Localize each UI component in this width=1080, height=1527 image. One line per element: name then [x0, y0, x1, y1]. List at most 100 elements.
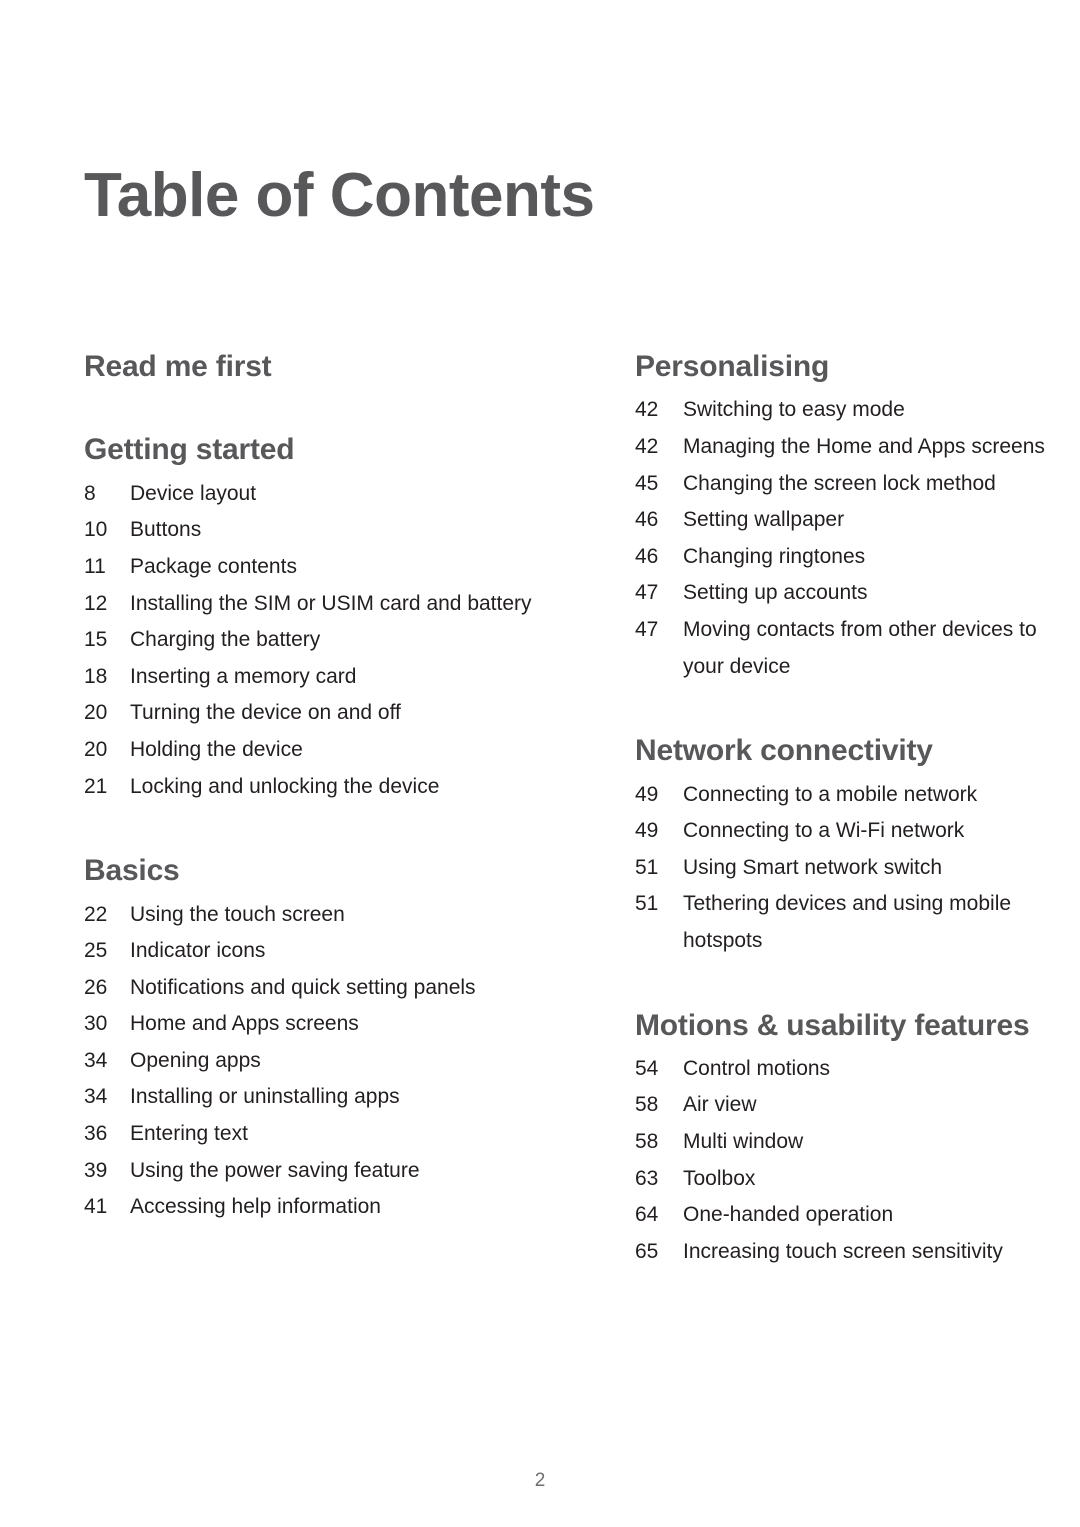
toc-entry-title: Setting wallpaper — [683, 508, 845, 532]
toc-entry[interactable]: 46 Changing ringtones — [635, 539, 1060, 576]
toc-entry-page-number: 58 — [635, 1130, 659, 1154]
toc-entry[interactable]: 47 Moving contacts from other devices to … — [635, 612, 1060, 685]
page-number: 2 — [534, 1470, 546, 1491]
toc-entry-title: Managing the Home and Apps screens — [683, 434, 1045, 458]
toc-entry[interactable]: 49 Connecting to a mobile network — [635, 777, 1060, 814]
toc-entry-title: One-handed operation — [683, 1203, 894, 1227]
toc-entry-page-number: 36 — [84, 1122, 108, 1146]
toc-entry-page-number: 8 — [84, 481, 96, 505]
toc-entry-title: Connecting to a mobile network — [683, 782, 978, 806]
toc-entry-page-number: 20 — [84, 737, 108, 761]
toc-entry-title: Moving contacts from other devices to yo… — [683, 617, 1037, 678]
toc-entry-page-number: 58 — [635, 1093, 659, 1117]
toc-entry-page-number: 51 — [635, 855, 659, 879]
toc-entry[interactable]: 51 Tethering devices and using mobile hot… — [635, 886, 1060, 959]
section-heading[interactable]: Personalising — [635, 349, 1060, 384]
toc-entry-page-number: 49 — [635, 782, 659, 806]
section-heading[interactable]: Getting started — [84, 432, 535, 467]
toc-entry[interactable]: 51 Using Smart network switch — [635, 850, 1060, 887]
toc-entry-title: Locking and unlocking the device — [130, 774, 440, 798]
toc-entry-page-number: 30 — [84, 1012, 108, 1036]
toc-entry[interactable]: 10 Buttons — [84, 512, 535, 549]
toc-entry-title: Buttons — [130, 518, 202, 542]
toc-entry-title: Switching to easy mode — [683, 398, 905, 422]
toc-entry[interactable]: 41 Accessing help information — [84, 1189, 535, 1226]
toc-columns: Read me first Getting started 8 Device layo… — [0, 349, 1080, 1270]
toc-entry[interactable]: 63 Toolbox — [635, 1161, 1060, 1198]
toc-entry-page-number: 41 — [84, 1195, 108, 1219]
toc-entry-title: Device layout — [130, 481, 257, 505]
toc-entry[interactable]: 26 Notifications and quick setting panels — [84, 970, 535, 1007]
toc-entry[interactable]: 34 Opening apps — [84, 1043, 535, 1080]
toc-entry-page-number: 18 — [84, 664, 108, 688]
toc-entry[interactable]: 54 Control motions — [635, 1051, 1060, 1088]
toc-entry-list: 54 Control motions 58 Air view 58 Multi windo… — [635, 1051, 1060, 1271]
toc-entry[interactable]: 42 Managing the Home and Apps screens — [635, 429, 1060, 466]
section-heading[interactable]: Basics — [84, 853, 535, 888]
toc-entry[interactable]: 20 Turning the device on and off — [84, 695, 535, 732]
toc-entry-list: 49 Connecting to a mobile network 49 Connec… — [635, 777, 1060, 960]
toc-entry-title: Connecting to a Wi-Fi network — [683, 819, 965, 843]
toc-entry[interactable]: 45 Changing the screen lock method — [635, 466, 1060, 503]
section-heading[interactable]: Motions & usability features — [635, 1008, 1060, 1043]
toc-entry[interactable]: 36 Entering text — [84, 1116, 535, 1153]
toc-entry-page-number: 45 — [635, 471, 659, 495]
toc-entry[interactable]: 58 Air view — [635, 1087, 1060, 1124]
toc-entry[interactable]: 22 Using the touch screen — [84, 897, 535, 934]
toc-entry[interactable]: 49 Connecting to a Wi-Fi network — [635, 813, 1060, 850]
toc-entry-page-number: 34 — [84, 1085, 108, 1109]
toc-entry-title: Inserting a memory card — [130, 664, 357, 688]
toc-entry[interactable]: 30 Home and Apps screens — [84, 1006, 535, 1043]
toc-entry[interactable]: 21 Locking and unlocking the device — [84, 769, 535, 806]
toc-entry-title: Package contents — [130, 554, 297, 578]
toc-entry-page-number: 51 — [635, 892, 659, 916]
toc-entry-list: 8 Device layout 10 Buttons 11 Package content… — [84, 476, 535, 805]
toc-entry[interactable]: 15 Charging the battery — [84, 622, 535, 659]
toc-entry-title: Control motions — [683, 1056, 831, 1080]
toc-section-basics: Basics 22 Using the touch screen 25 Indicato… — [84, 853, 535, 1226]
toc-entry[interactable]: 47 Setting up accounts — [635, 575, 1060, 612]
toc-entry-title: Using the power saving feature — [130, 1158, 420, 1182]
toc-entry[interactable]: 46 Setting wallpaper — [635, 502, 1060, 539]
toc-entry-title: Indicator icons — [130, 939, 266, 963]
toc-entry-list: 42 Switching to easy mode 42 Managing the H… — [635, 392, 1060, 685]
toc-entry[interactable]: 18 Inserting a memory card — [84, 659, 535, 696]
toc-section-network-connectivity: Network connectivity 49 Connecting to a mo… — [635, 733, 1060, 959]
toc-entry[interactable]: 58 Multi window — [635, 1124, 1060, 1161]
toc-entry-page-number: 65 — [635, 1239, 659, 1263]
section-heading[interactable]: Read me first — [84, 349, 535, 384]
toc-entry-title: Changing the screen lock method — [683, 471, 996, 495]
toc-entry-page-number: 64 — [635, 1203, 659, 1227]
toc-entry-page-number: 15 — [84, 628, 108, 652]
toc-entry[interactable]: 8 Device layout — [84, 476, 535, 513]
toc-entry-page-number: 25 — [84, 939, 108, 963]
toc-entry-page-number: 42 — [635, 398, 659, 422]
toc-entry[interactable]: 12 Installing the SIM or USIM card and ba… — [84, 586, 535, 623]
toc-entry-page-number: 46 — [635, 508, 659, 532]
toc-entry-page-number: 54 — [635, 1056, 659, 1080]
toc-entry[interactable]: 34 Installing or uninstalling apps — [84, 1079, 535, 1116]
toc-entry-page-number: 47 — [635, 617, 659, 641]
toc-entry-list: 22 Using the touch screen 25 Indicator icon… — [84, 897, 535, 1226]
toc-section-getting-started: Getting started 8 Device layout 10 Buttons 11… — [84, 432, 535, 805]
toc-section-read-me-first: Read me first — [84, 349, 535, 384]
toc-entry-title: Toolbox — [683, 1166, 756, 1190]
toc-entry-title: Turning the device on and off — [130, 701, 401, 725]
section-heading[interactable]: Network connectivity — [635, 733, 1060, 768]
toc-entry-title: Home and Apps screens — [130, 1012, 359, 1036]
toc-entry-page-number: 21 — [84, 774, 108, 798]
toc-entry-title: Accessing help information — [130, 1195, 381, 1219]
toc-entry-page-number: 46 — [635, 544, 659, 568]
toc-entry[interactable]: 11 Package contents — [84, 549, 535, 586]
toc-entry-title: Using the touch screen — [130, 902, 345, 926]
toc-entry[interactable]: 20 Holding the device — [84, 732, 535, 769]
toc-entry[interactable]: 42 Switching to easy mode — [635, 392, 1060, 429]
toc-entry[interactable]: 39 Using the power saving feature — [84, 1153, 535, 1190]
toc-entry-page-number: 22 — [84, 902, 108, 926]
toc-entry[interactable]: 25 Indicator icons — [84, 933, 535, 970]
toc-entry-title: Notifications and quick setting panels — [130, 975, 476, 999]
toc-entry[interactable]: 65 Increasing touch screen sensitivity — [635, 1234, 1060, 1271]
toc-entry-title: Using Smart network switch — [683, 855, 943, 879]
toc-entry[interactable]: 64 One-handed operation — [635, 1197, 1060, 1234]
toc-entry-title: Changing ringtones — [683, 544, 866, 568]
